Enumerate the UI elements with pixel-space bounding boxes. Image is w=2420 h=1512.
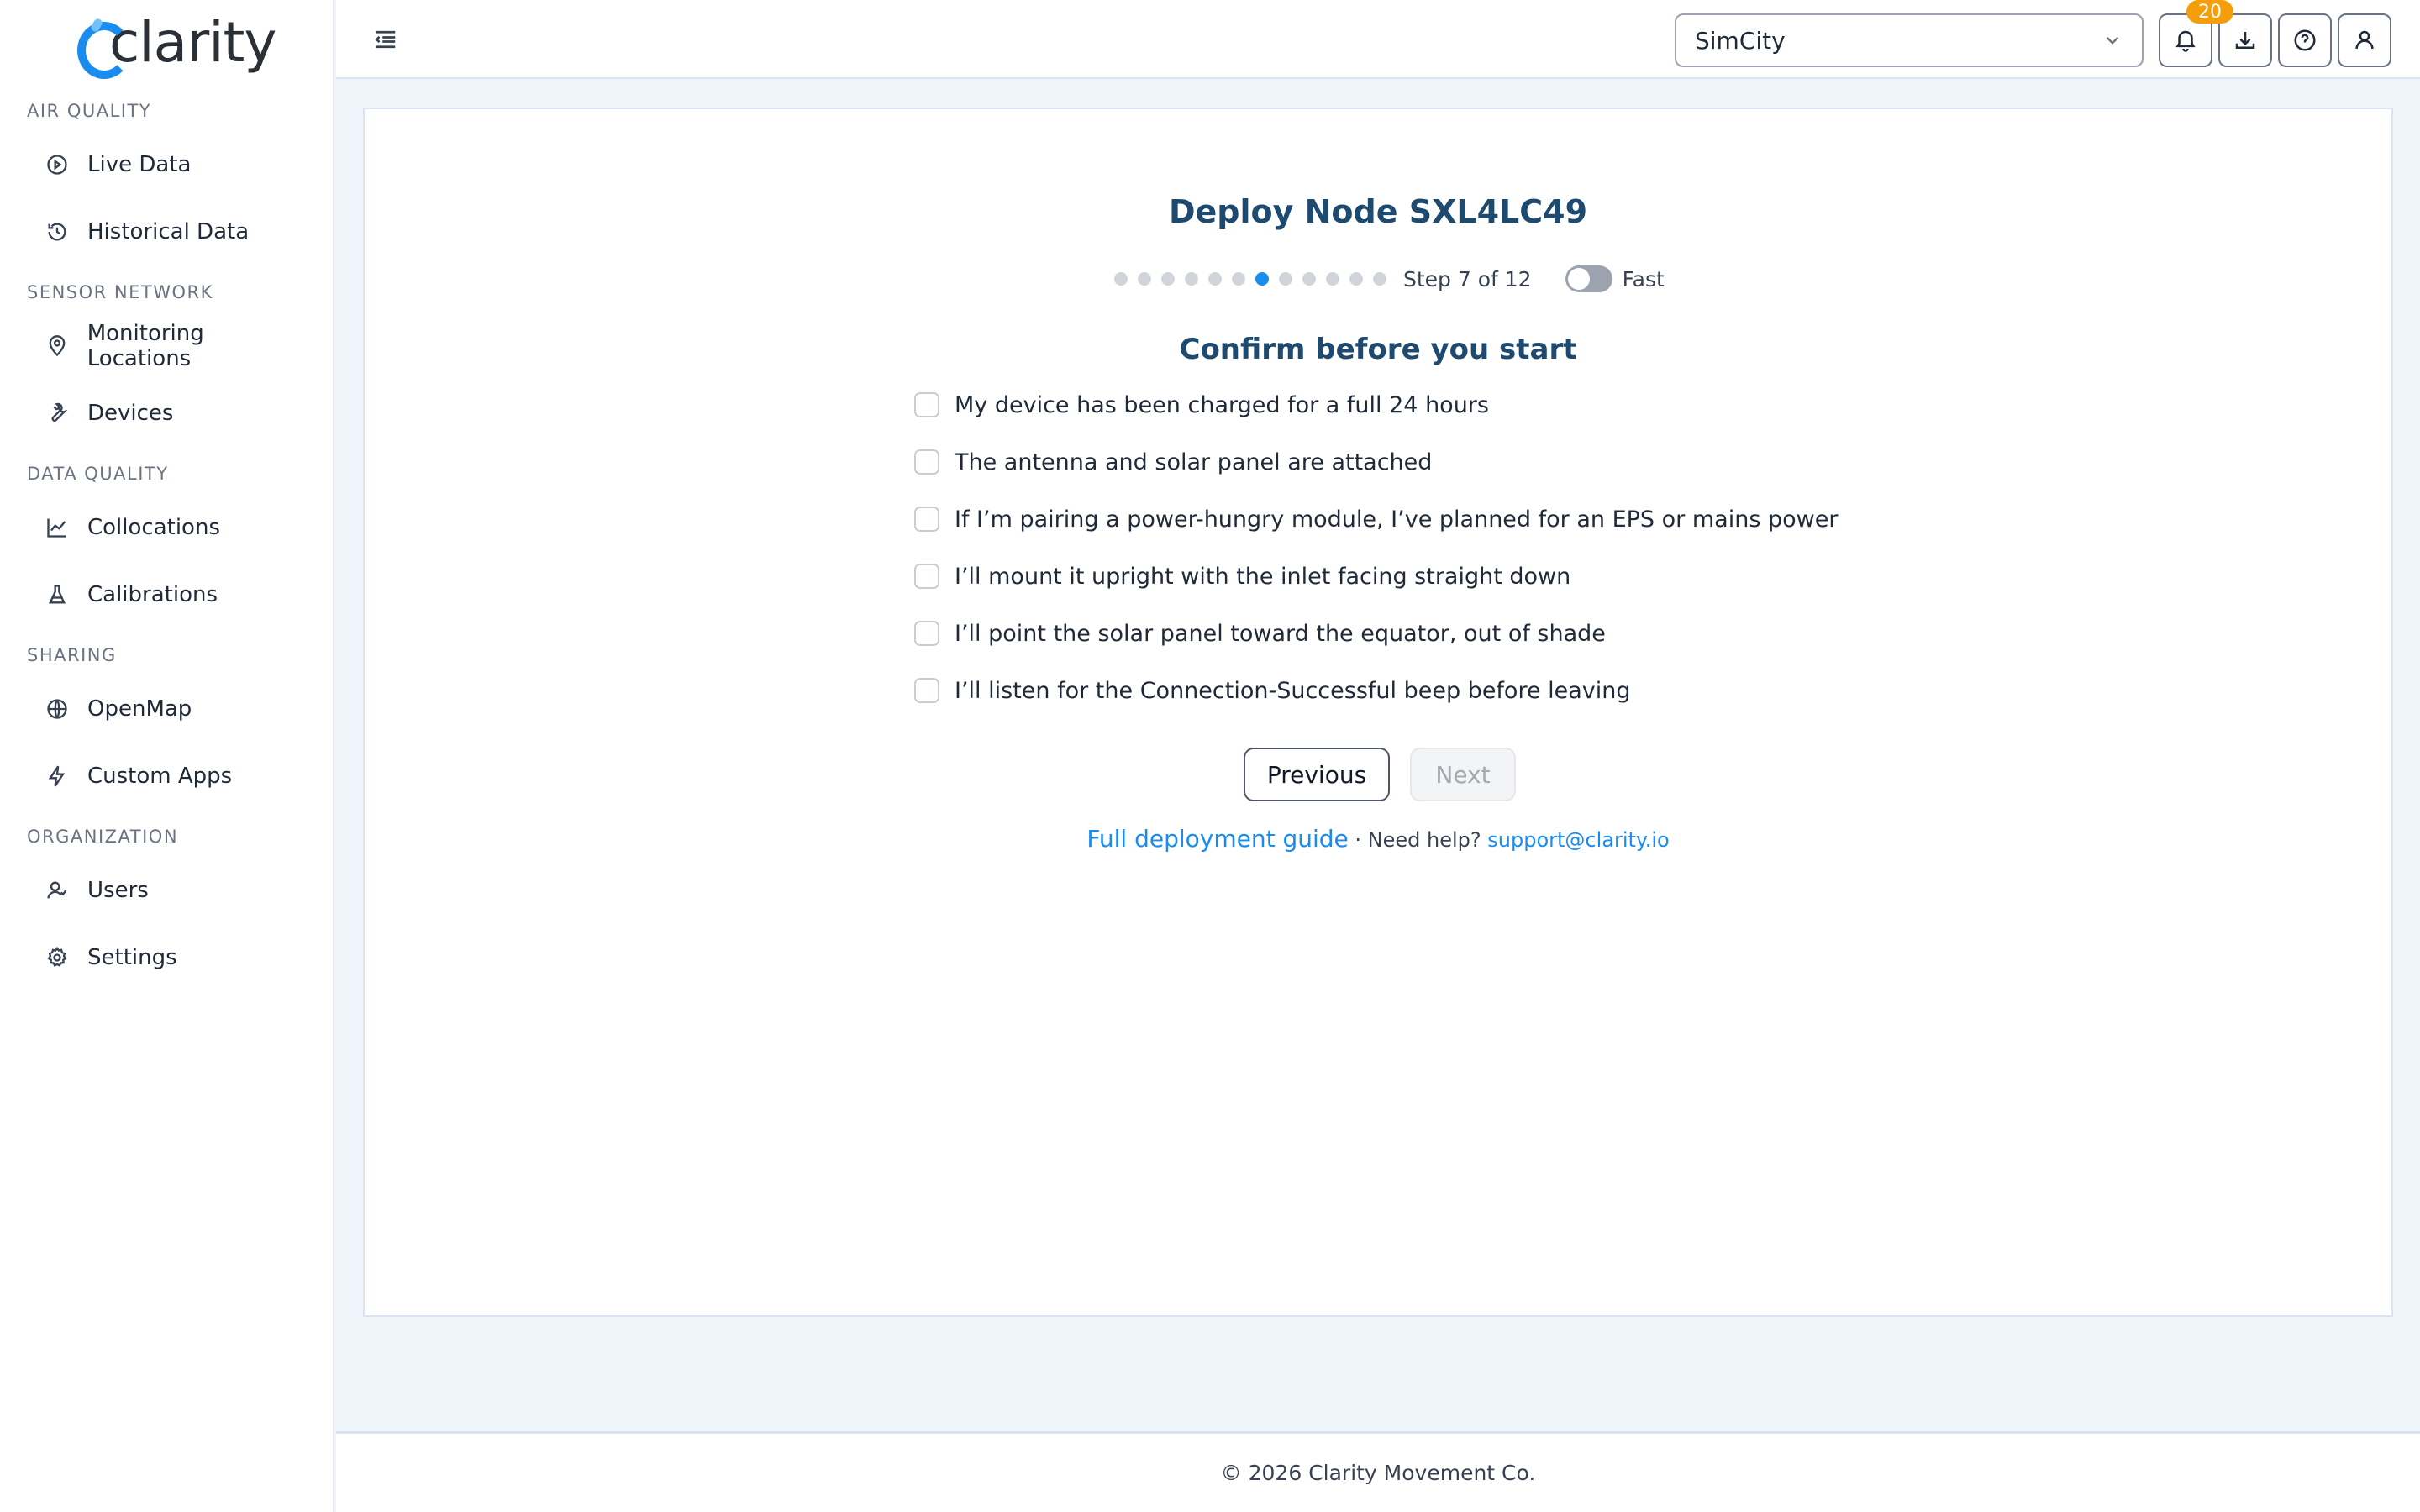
checklist-item-label: The antenna and solar panel are attached (955, 449, 1433, 475)
menu-collapse-icon (375, 30, 396, 49)
help-button[interactable] (2278, 13, 2332, 67)
step-dot (1373, 272, 1386, 286)
checklist-item-mount[interactable]: I’ll mount it upright with the inlet fac… (914, 548, 1923, 605)
checkbox[interactable] (914, 449, 939, 475)
download-icon (2235, 32, 2255, 49)
section-title: Confirm before you start (1179, 333, 1577, 366)
help-text: · Need help? (1348, 828, 1488, 852)
previous-button[interactable]: Previous (1244, 748, 1390, 801)
step-dot (1138, 272, 1151, 286)
checklist-item-antenna[interactable]: The antenna and solar panel are attached (914, 433, 1923, 491)
wizard-stepper: Step 7 of 12 Fast (1114, 262, 1665, 296)
help-line: Full deployment guide · Need help? suppo… (365, 825, 2391, 853)
checkbox[interactable] (914, 678, 939, 703)
lightning-icon (44, 763, 71, 790)
checklist-item-power[interactable]: If I’m pairing a power-hungry module, I’… (914, 491, 1923, 548)
step-dot (1349, 272, 1363, 286)
nav-section-sharing: SHARING (27, 645, 117, 665)
organization-select-value: SimCity (1695, 26, 1786, 55)
sidebar-item-label: Users (87, 878, 149, 903)
globe-icon (44, 696, 71, 722)
sidebar-item-collocations[interactable]: Collocations (44, 502, 313, 553)
checklist-item-label: I’ll point the solar panel toward the eq… (955, 620, 1606, 647)
checklist-item-beep[interactable]: I’ll listen for the Connection-Successfu… (914, 662, 1923, 719)
chevron-down-icon (2106, 36, 2119, 45)
sidebar-item-custom-apps[interactable]: Custom Apps (44, 751, 313, 801)
confirmation-checklist: My device has been charged for a full 24… (914, 376, 1923, 719)
map-pin-icon (44, 333, 71, 360)
page-title: Deploy Node SXL4LC49 (1168, 193, 1588, 230)
nav-section-organization: ORGANIZATION (27, 827, 179, 847)
nav-section-air-quality: AIR QUALITY (27, 101, 152, 121)
checklist-item-label: If I’m pairing a power-hungry module, I’… (955, 506, 1839, 533)
sidebar-item-label: Calibrations (87, 582, 218, 607)
play-circle-icon (44, 151, 71, 178)
question-circle-icon (2294, 29, 2316, 51)
wrench-icon (44, 400, 71, 427)
copyright-text: © 2026 Clarity Movement Co. (1220, 1461, 1536, 1485)
checklist-item-label: I’ll listen for the Connection-Successfu… (955, 677, 1631, 704)
line-chart-icon (44, 514, 71, 541)
sidebar-item-settings[interactable]: Settings (44, 932, 313, 983)
sidebar-item-users[interactable]: Users (44, 865, 313, 916)
users-icon (44, 877, 71, 904)
notification-count-badge: 20 (2186, 0, 2233, 24)
top-header: SimCity 20 (336, 0, 2420, 79)
page-footer: © 2026 Clarity Movement Co. (336, 1431, 2420, 1512)
sidebar-item-devices[interactable]: Devices (44, 388, 313, 438)
sidebar-item-label: OpenMap (87, 696, 192, 722)
sidebar-item-live-data[interactable]: Live Data (44, 139, 313, 190)
checklist-item-solar[interactable]: I’ll point the solar panel toward the eq… (914, 605, 1923, 662)
user-menu-button[interactable] (2338, 13, 2391, 67)
sidebar-item-historical-data[interactable]: Historical Data (44, 207, 313, 257)
step-dot (1185, 272, 1198, 286)
sidebar-item-monitoring-locations[interactable]: Monitoring Locations (44, 321, 313, 371)
sidebar-item-label: Custom Apps (87, 764, 233, 789)
user-icon (2355, 30, 2374, 50)
checkbox[interactable] (914, 564, 939, 589)
collapse-sidebar-button[interactable] (370, 24, 402, 55)
step-dot (1208, 272, 1222, 286)
fast-mode-label: Fast (1622, 266, 1665, 291)
support-email-link[interactable]: support@clarity.io (1487, 828, 1669, 852)
sidebar-item-label: Historical Data (87, 219, 250, 244)
step-dot (1326, 272, 1339, 286)
gear-icon (44, 944, 71, 971)
nav-section-data-quality: DATA QUALITY (27, 464, 169, 484)
step-dot (1302, 272, 1316, 286)
checkbox[interactable] (914, 392, 939, 417)
sidebar-item-openmap[interactable]: OpenMap (44, 684, 313, 734)
organization-select[interactable]: SimCity (1675, 13, 2144, 67)
checklist-item-charged[interactable]: My device has been charged for a full 24… (914, 376, 1923, 433)
sidebar-item-label: Devices (87, 401, 174, 426)
checklist-item-label: I’ll mount it upright with the inlet fac… (955, 563, 1571, 590)
clock-icon (44, 218, 71, 245)
step-dot (1161, 272, 1175, 286)
sidebar: clarity AIR QUALITY Live Data Historical… (0, 0, 334, 1512)
checkbox[interactable] (914, 507, 939, 532)
deploy-wizard-card: Deploy Node SXL4LC49 Step 7 of 12 Fast C… (363, 108, 2393, 1317)
clarity-logo-icon (74, 17, 131, 79)
deployment-guide-link[interactable]: Full deployment guide (1086, 825, 1348, 853)
sidebar-item-label: Settings (87, 945, 177, 970)
flask-icon (44, 581, 71, 608)
bell-icon (2175, 30, 2196, 52)
sidebar-item-label: Monitoring Locations (87, 321, 204, 371)
sidebar-item-calibrations[interactable]: Calibrations (44, 570, 313, 620)
step-dot (1232, 272, 1245, 286)
checklist-item-label: My device has been charged for a full 24… (955, 391, 1489, 418)
next-button[interactable]: Next (1410, 748, 1516, 801)
step-counter: Step 7 of 12 (1403, 266, 1532, 291)
clarity-logo[interactable]: clarity (74, 8, 276, 79)
sidebar-item-label: Live Data (87, 152, 192, 177)
sidebar-item-label: Collocations (87, 515, 220, 540)
nav-section-sensor-network: SENSOR NETWORK (27, 282, 213, 302)
step-dot (1279, 272, 1292, 286)
logo-text: clarity (109, 9, 276, 75)
step-dots (1114, 272, 1397, 286)
checkbox[interactable] (914, 621, 939, 646)
step-dot-active (1255, 272, 1269, 286)
step-dot (1114, 272, 1128, 286)
fast-mode-toggle[interactable] (1565, 265, 1612, 292)
